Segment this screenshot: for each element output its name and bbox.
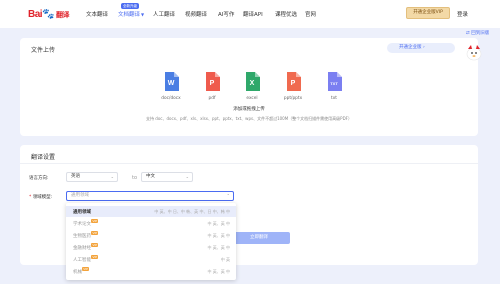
- domain-option-langs: 中 英、英 中: [207, 221, 230, 226]
- domain-option-langs: 中 英: [220, 257, 230, 262]
- chevron-right-icon: ›: [422, 45, 425, 50]
- nav-text-translate[interactable]: 文本翻译: [86, 10, 108, 18]
- file-type-icon: W: [165, 72, 179, 91]
- domain-model-label: * 领域模型:: [29, 194, 52, 200]
- translate-button[interactable]: 立即翻译: [228, 232, 290, 244]
- domain-option[interactable]: 人工智能 VIP 中 英: [66, 254, 236, 265]
- domain-dropdown: 通用领域中 英、中 日、中 韩、英 中、日 中、韩 中学术论文 VIP 中 英、英 …: [66, 203, 236, 280]
- enterprise-label: 开通企业版: [399, 45, 422, 50]
- file-type-label: pdf: [208, 96, 216, 101]
- nav-doc-translate[interactable]: 文档翻译▼: [118, 10, 144, 18]
- domain-option[interactable]: 学术论文 VIP 中 英、英 中: [66, 218, 236, 229]
- paw-icon: 🐾: [42, 9, 55, 20]
- svg-text:TXT: TXT: [330, 81, 338, 86]
- svg-text:W: W: [168, 80, 175, 87]
- file-type-icon: P: [287, 72, 301, 91]
- chevron-up-icon: ⌃: [226, 193, 230, 198]
- domain-option-name: 机械: [73, 270, 82, 275]
- file-type-3: Pppt/pptx: [278, 72, 308, 101]
- domain-model-select[interactable]: 通用领域 ⌃: [66, 191, 234, 201]
- file-type-label: doc/docx: [161, 96, 181, 101]
- nav-courses[interactable]: 课程优选: [275, 10, 297, 18]
- domain-model-label-text: 领域模型:: [32, 195, 53, 200]
- target-lang-value: 中文: [146, 174, 155, 179]
- chevron-down-icon: ⌄: [110, 174, 114, 179]
- chevron-down-icon: ▼: [141, 12, 145, 17]
- nav-ai-writing[interactable]: AI写作: [218, 10, 234, 18]
- lang-direction-label: 语言方向:: [29, 176, 49, 181]
- svg-text:P: P: [291, 80, 296, 87]
- nav-doc-translate-label: 文档翻译: [118, 12, 141, 18]
- nav-official-site[interactable]: 官网: [305, 10, 316, 18]
- old-version-label: 回到旧版: [471, 31, 490, 36]
- file-type-label: excel: [246, 96, 258, 101]
- file-type-4: TXT txt: [319, 72, 349, 101]
- logo-text: Bai: [28, 9, 43, 20]
- svg-text:X: X: [250, 80, 255, 87]
- domain-option[interactable]: 金融财经 VIP 中 英、英 中: [66, 242, 236, 253]
- vip-badge: VIP: [91, 243, 99, 247]
- enterprise-button[interactable]: 开通企业版 ›: [387, 43, 455, 53]
- vip-badge: VIP: [91, 231, 99, 235]
- target-lang-select[interactable]: 中文 ⌄: [141, 172, 193, 182]
- domain-option-name: 学术论文: [73, 222, 91, 227]
- vip-badge: VIP: [82, 267, 89, 271]
- svg-text:P: P: [210, 80, 215, 87]
- vip-badge: VIP: [91, 255, 99, 259]
- file-type-icon: TXT: [328, 72, 342, 91]
- domain-option[interactable]: 生物医药 VIP 中 英、英 中: [66, 230, 236, 241]
- settings-title: 翻译设置: [31, 154, 56, 161]
- file-type-0: Wdoc/docx: [156, 72, 186, 101]
- old-version-link[interactable]: ⇄ 回到旧版: [466, 30, 489, 36]
- domain-option-langs: 中 英、英 中: [207, 245, 230, 250]
- chevron-down-icon: ⌄: [185, 174, 189, 179]
- file-type-2: Xexcel: [237, 72, 267, 101]
- file-type-1: Ppdf: [197, 72, 227, 101]
- vip-button[interactable]: 开通企业版VIP: [406, 7, 450, 19]
- nav-human-translate[interactable]: 人工翻译: [153, 10, 175, 18]
- file-type-icon: P: [206, 72, 220, 91]
- to-label: to: [132, 175, 138, 181]
- domain-option-langs: 中 英、英 中: [207, 233, 230, 238]
- nav-translate-api[interactable]: 翻译API: [243, 10, 263, 18]
- file-type-icon: X: [246, 72, 260, 91]
- nav-video-translate[interactable]: 视频翻译: [185, 10, 207, 18]
- domain-option-name: 人工智能: [73, 258, 91, 263]
- domain-option-name: 金融财经: [73, 246, 91, 251]
- file-type-label: ppt/pptx: [283, 96, 303, 101]
- domain-option[interactable]: 机械 VIP 中 英、英 中: [66, 266, 236, 277]
- upload-card[interactable]: 文件上传 开通企业版 › Wdoc/docx Ppdf Xexcel Pppt/ppt…: [20, 38, 482, 136]
- top-navbar: Bai🐾 翻译 全新升级 文本翻译 文档翻译▼ 人工翻译 视频翻译 AI写作 翻译…: [0, 0, 500, 28]
- domain-option-langs: 中 英、英 中: [207, 269, 230, 274]
- domain-option-langs: 中 英、中 日、中 韩、英 中、日 中、韩 中: [154, 209, 230, 214]
- upload-hint: 添加或拖拽上传: [233, 107, 265, 112]
- domain-option-name: 生物医药: [73, 234, 91, 239]
- domain-option-name: 通用领域: [73, 210, 91, 215]
- mascot-icon: [466, 45, 482, 61]
- new-badge: 全新升级: [121, 3, 139, 9]
- domain-model-placeholder: 通用领域: [71, 193, 89, 198]
- login-link[interactable]: 登录: [457, 10, 468, 18]
- upload-title: 文件上传: [31, 47, 56, 54]
- domain-option[interactable]: 通用领域 中 英、中 日、中 韩、英 中、日 中、韩 中: [66, 206, 236, 217]
- source-lang-select[interactable]: 英语 ⌄: [66, 172, 118, 182]
- upload-format-hint: 支持 doc、docx、pdf、xls、xlsx、ppt、pptx、txt、wp…: [146, 116, 352, 121]
- file-type-label: txt: [331, 96, 337, 101]
- logo-suffix: 翻译: [56, 12, 70, 19]
- vip-badge: VIP: [91, 219, 99, 223]
- baidu-translate-logo[interactable]: Bai🐾 翻译: [28, 9, 70, 20]
- settings-divider: [20, 163, 478, 164]
- source-lang-value: 英语: [71, 174, 80, 179]
